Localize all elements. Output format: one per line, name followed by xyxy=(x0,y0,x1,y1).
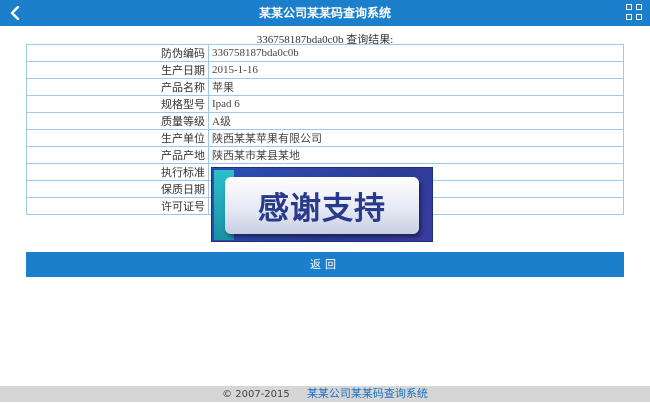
footer-copyright: © 2007-2015 xyxy=(222,389,290,400)
field-label: 保质日期 xyxy=(26,180,209,198)
field-label: 规格型号 xyxy=(26,95,209,113)
table-row: 质量等级 A级 xyxy=(26,112,624,130)
footer-org-link[interactable]: 某某公司某某码查询系统 xyxy=(307,387,428,400)
field-label: 质量等级 xyxy=(26,112,209,130)
field-value: 陕西某某苹果有限公司 xyxy=(208,129,624,147)
field-label: 执行标准 xyxy=(26,163,209,181)
table-row: 产品产地 陕西某市某县某地 xyxy=(26,146,624,164)
top-bar: 某某公司某某码查询系统 xyxy=(0,0,650,26)
field-value: Ipad 6 xyxy=(208,95,624,113)
field-label: 生产日期 xyxy=(26,61,209,79)
footer: © 2007-2015 某某公司某某码查询系统 xyxy=(0,386,650,402)
overlay-text: 感谢支持 xyxy=(258,191,386,227)
table-row: 防伪编码 336758187bda0c0b xyxy=(26,44,624,62)
page-title: 某某公司某某码查询系统 xyxy=(258,6,391,20)
field-value: 336758187bda0c0b xyxy=(208,44,624,62)
overlay-plate: 感谢支持 xyxy=(225,177,419,234)
thanks-overlay: 感谢支持 xyxy=(211,167,433,242)
result-heading: 336758187bda0c0b 查询结果: xyxy=(0,31,650,46)
field-value: 2015-1-16 xyxy=(208,61,624,79)
return-button[interactable]: 返回 xyxy=(26,252,624,277)
field-label: 防伪编码 xyxy=(26,44,209,62)
field-label: 生产单位 xyxy=(26,129,209,147)
table-row: 生产日期 2015-1-16 xyxy=(26,61,624,79)
field-value: 苹果 xyxy=(208,78,624,96)
table-row: 规格型号 Ipad 6 xyxy=(26,95,624,113)
field-label: 许可证号 xyxy=(26,197,209,215)
table-row: 产品名称 苹果 xyxy=(26,78,624,96)
grid-menu-button[interactable] xyxy=(626,4,644,22)
field-label: 产品产地 xyxy=(26,146,209,164)
field-label: 产品名称 xyxy=(26,78,209,96)
field-value: 陕西某市某县某地 xyxy=(208,146,624,164)
table-row: 生产单位 陕西某某苹果有限公司 xyxy=(26,129,624,147)
field-value: A级 xyxy=(208,112,624,130)
